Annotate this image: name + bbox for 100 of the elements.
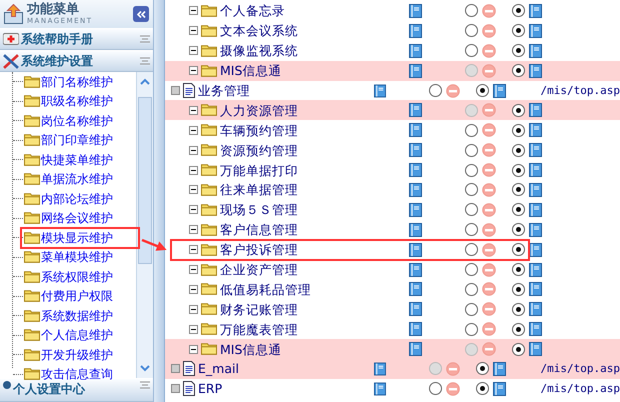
show-radio[interactable]: [512, 203, 525, 216]
show-radio[interactable]: [476, 382, 489, 396]
book-icon[interactable]: [409, 322, 422, 336]
show-radio[interactable]: [512, 322, 525, 336]
book-icon[interactable]: [409, 143, 422, 158]
section-header[interactable]: 系统维护设置: [0, 50, 153, 72]
book-icon[interactable]: [529, 182, 542, 197]
show-radio[interactable]: [512, 44, 525, 58]
hide-radio[interactable]: [465, 183, 478, 196]
folder-icon: [24, 76, 40, 88]
show-radio[interactable]: [512, 282, 525, 296]
hide-radio[interactable]: [428, 84, 442, 97]
document-icon: [183, 361, 195, 376]
show-radio[interactable]: [512, 4, 525, 18]
module-name: 客户信息管理: [220, 222, 298, 238]
collapse-icon[interactable]: [189, 46, 198, 56]
first-aid-kit-icon: [3, 33, 19, 45]
book-icon[interactable]: [529, 222, 542, 237]
grip-icon[interactable]: [140, 57, 150, 65]
collapse-icon[interactable]: [189, 126, 198, 135]
show-radio[interactable]: [512, 302, 525, 316]
book-icon[interactable]: [409, 242, 422, 257]
show-radio[interactable]: [512, 243, 525, 256]
collapse-icon[interactable]: [189, 324, 198, 334]
book-icon[interactable]: [409, 282, 422, 296]
hide-radio[interactable]: [465, 203, 478, 216]
collapse-icon[interactable]: [189, 26, 198, 36]
hide-radio[interactable]: [465, 44, 478, 58]
show-radio[interactable]: [476, 84, 489, 97]
book-icon[interactable]: [529, 302, 542, 316]
book-icon[interactable]: [529, 202, 542, 217]
hide-radio[interactable]: [465, 243, 478, 256]
scroll-down-icon[interactable]: [140, 365, 150, 372]
book-icon[interactable]: [374, 84, 386, 98]
hide-radio[interactable]: [465, 282, 478, 296]
grip-icon[interactable]: [140, 35, 150, 43]
folder-icon: [201, 44, 217, 57]
book-icon[interactable]: [409, 4, 422, 18]
book-icon[interactable]: [529, 242, 542, 257]
hide-radio[interactable]: [465, 24, 478, 38]
collapse-icon[interactable]: [189, 185, 198, 194]
book-icon[interactable]: [529, 44, 542, 58]
show-radio[interactable]: [512, 263, 525, 276]
collapse-sidebar-button[interactable]: [133, 6, 149, 22]
section-header[interactable]: 系统帮助手册: [0, 28, 153, 50]
book-icon[interactable]: [529, 4, 542, 18]
show-radio[interactable]: [512, 24, 525, 38]
folder-icon: [201, 204, 217, 216]
scroll-up-icon[interactable]: [140, 78, 150, 85]
book-icon[interactable]: [529, 143, 542, 158]
book-icon[interactable]: [409, 262, 422, 277]
book-icon[interactable]: [529, 24, 542, 38]
hide-radio[interactable]: [465, 164, 478, 177]
book-icon[interactable]: [529, 262, 542, 277]
collapse-icon[interactable]: [189, 245, 198, 254]
book-icon[interactable]: [409, 163, 422, 178]
hide-radio[interactable]: [465, 223, 478, 236]
book-icon[interactable]: [409, 24, 422, 38]
book-icon[interactable]: [409, 202, 422, 217]
show-radio[interactable]: [512, 183, 525, 196]
hide-radio[interactable]: [465, 263, 478, 276]
node-icon[interactable]: [171, 86, 180, 95]
module-name: 财务记账管理: [220, 302, 298, 317]
book-icon[interactable]: [529, 282, 542, 296]
hide-radio[interactable]: [465, 322, 478, 336]
show-radio[interactable]: [512, 223, 525, 236]
module-name: 个人备忘录: [220, 3, 285, 18]
book-icon[interactable]: [529, 163, 542, 178]
show-radio[interactable]: [512, 124, 525, 137]
tools-icon: [3, 54, 19, 68]
hide-radio[interactable]: [465, 124, 478, 137]
node-icon[interactable]: [171, 384, 180, 394]
book-icon[interactable]: [374, 382, 386, 396]
document-icon: [183, 83, 195, 98]
book-icon[interactable]: [492, 84, 506, 98]
book-icon[interactable]: [492, 382, 506, 396]
show-radio[interactable]: [512, 164, 525, 177]
book-icon[interactable]: [409, 182, 422, 197]
book-icon[interactable]: [409, 44, 422, 58]
collapse-icon[interactable]: [189, 146, 198, 155]
collapse-icon[interactable]: [189, 225, 198, 234]
collapse-icon[interactable]: [189, 6, 198, 16]
folder-icon: [24, 95, 40, 108]
collapse-icon[interactable]: [189, 284, 198, 294]
hide-radio[interactable]: [428, 382, 442, 396]
collapse-icon[interactable]: [189, 166, 198, 175]
grip-icon[interactable]: [140, 381, 150, 389]
scrollbar[interactable]: [136, 72, 153, 378]
collapse-icon[interactable]: [189, 205, 198, 214]
hide-radio[interactable]: [465, 144, 478, 157]
hide-radio[interactable]: [465, 302, 478, 316]
hide-radio[interactable]: [465, 4, 478, 18]
show-radio[interactable]: [512, 144, 525, 157]
collapse-icon[interactable]: [189, 304, 198, 314]
book-icon[interactable]: [529, 322, 542, 336]
book-icon[interactable]: [409, 222, 422, 237]
book-icon[interactable]: [409, 123, 422, 138]
book-icon[interactable]: [529, 123, 542, 138]
book-icon[interactable]: [409, 302, 422, 316]
collapse-icon[interactable]: [189, 265, 198, 274]
